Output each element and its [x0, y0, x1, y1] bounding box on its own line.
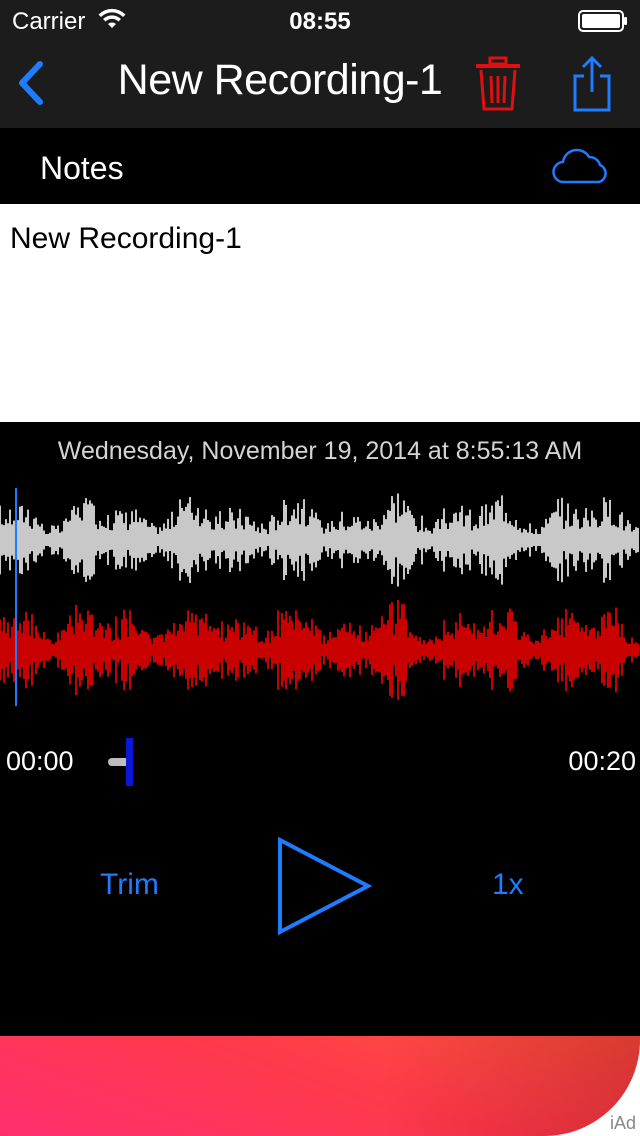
time-total: 00:20	[568, 746, 636, 776]
playback-speed-button[interactable]: 1x	[492, 868, 524, 902]
cloud-icon[interactable]	[550, 146, 610, 186]
scrubber-thumb[interactable]	[126, 738, 133, 786]
recording-date: Wednesday, November 19, 2014 at 8:55:13 …	[57, 437, 583, 465]
notes-header: Notes	[0, 128, 640, 204]
notes-text-area[interactable]: New Recording-1	[0, 204, 640, 422]
waveform-top-channel[interactable]	[0, 490, 640, 590]
waveform-path	[0, 493, 639, 587]
status-bar: Carrier 08:55	[0, 0, 640, 40]
trim-button[interactable]: Trim	[100, 868, 159, 902]
playhead-line[interactable]	[15, 488, 17, 706]
play-icon[interactable]	[272, 834, 376, 938]
ad-graphic-shade	[380, 1036, 640, 1136]
notes-label: Notes	[40, 150, 124, 186]
time-elapsed: 00:00	[6, 746, 74, 776]
share-icon[interactable]	[570, 54, 614, 114]
waveform-bottom-channel[interactable]	[0, 600, 640, 700]
ad-banner[interactable]: iAd	[0, 1036, 640, 1136]
battery-icon	[578, 10, 627, 32]
notes-text[interactable]: New Recording-1	[10, 222, 242, 256]
chevron-left-icon[interactable]	[10, 58, 54, 108]
status-time: 08:55	[289, 8, 351, 35]
trash-icon[interactable]	[474, 56, 522, 112]
iad-label: iAd	[609, 1113, 636, 1133]
waveform-path	[0, 600, 639, 700]
navigation-bar: New Recording-1	[0, 40, 640, 128]
recording-title: New Recording-1	[117, 56, 443, 104]
